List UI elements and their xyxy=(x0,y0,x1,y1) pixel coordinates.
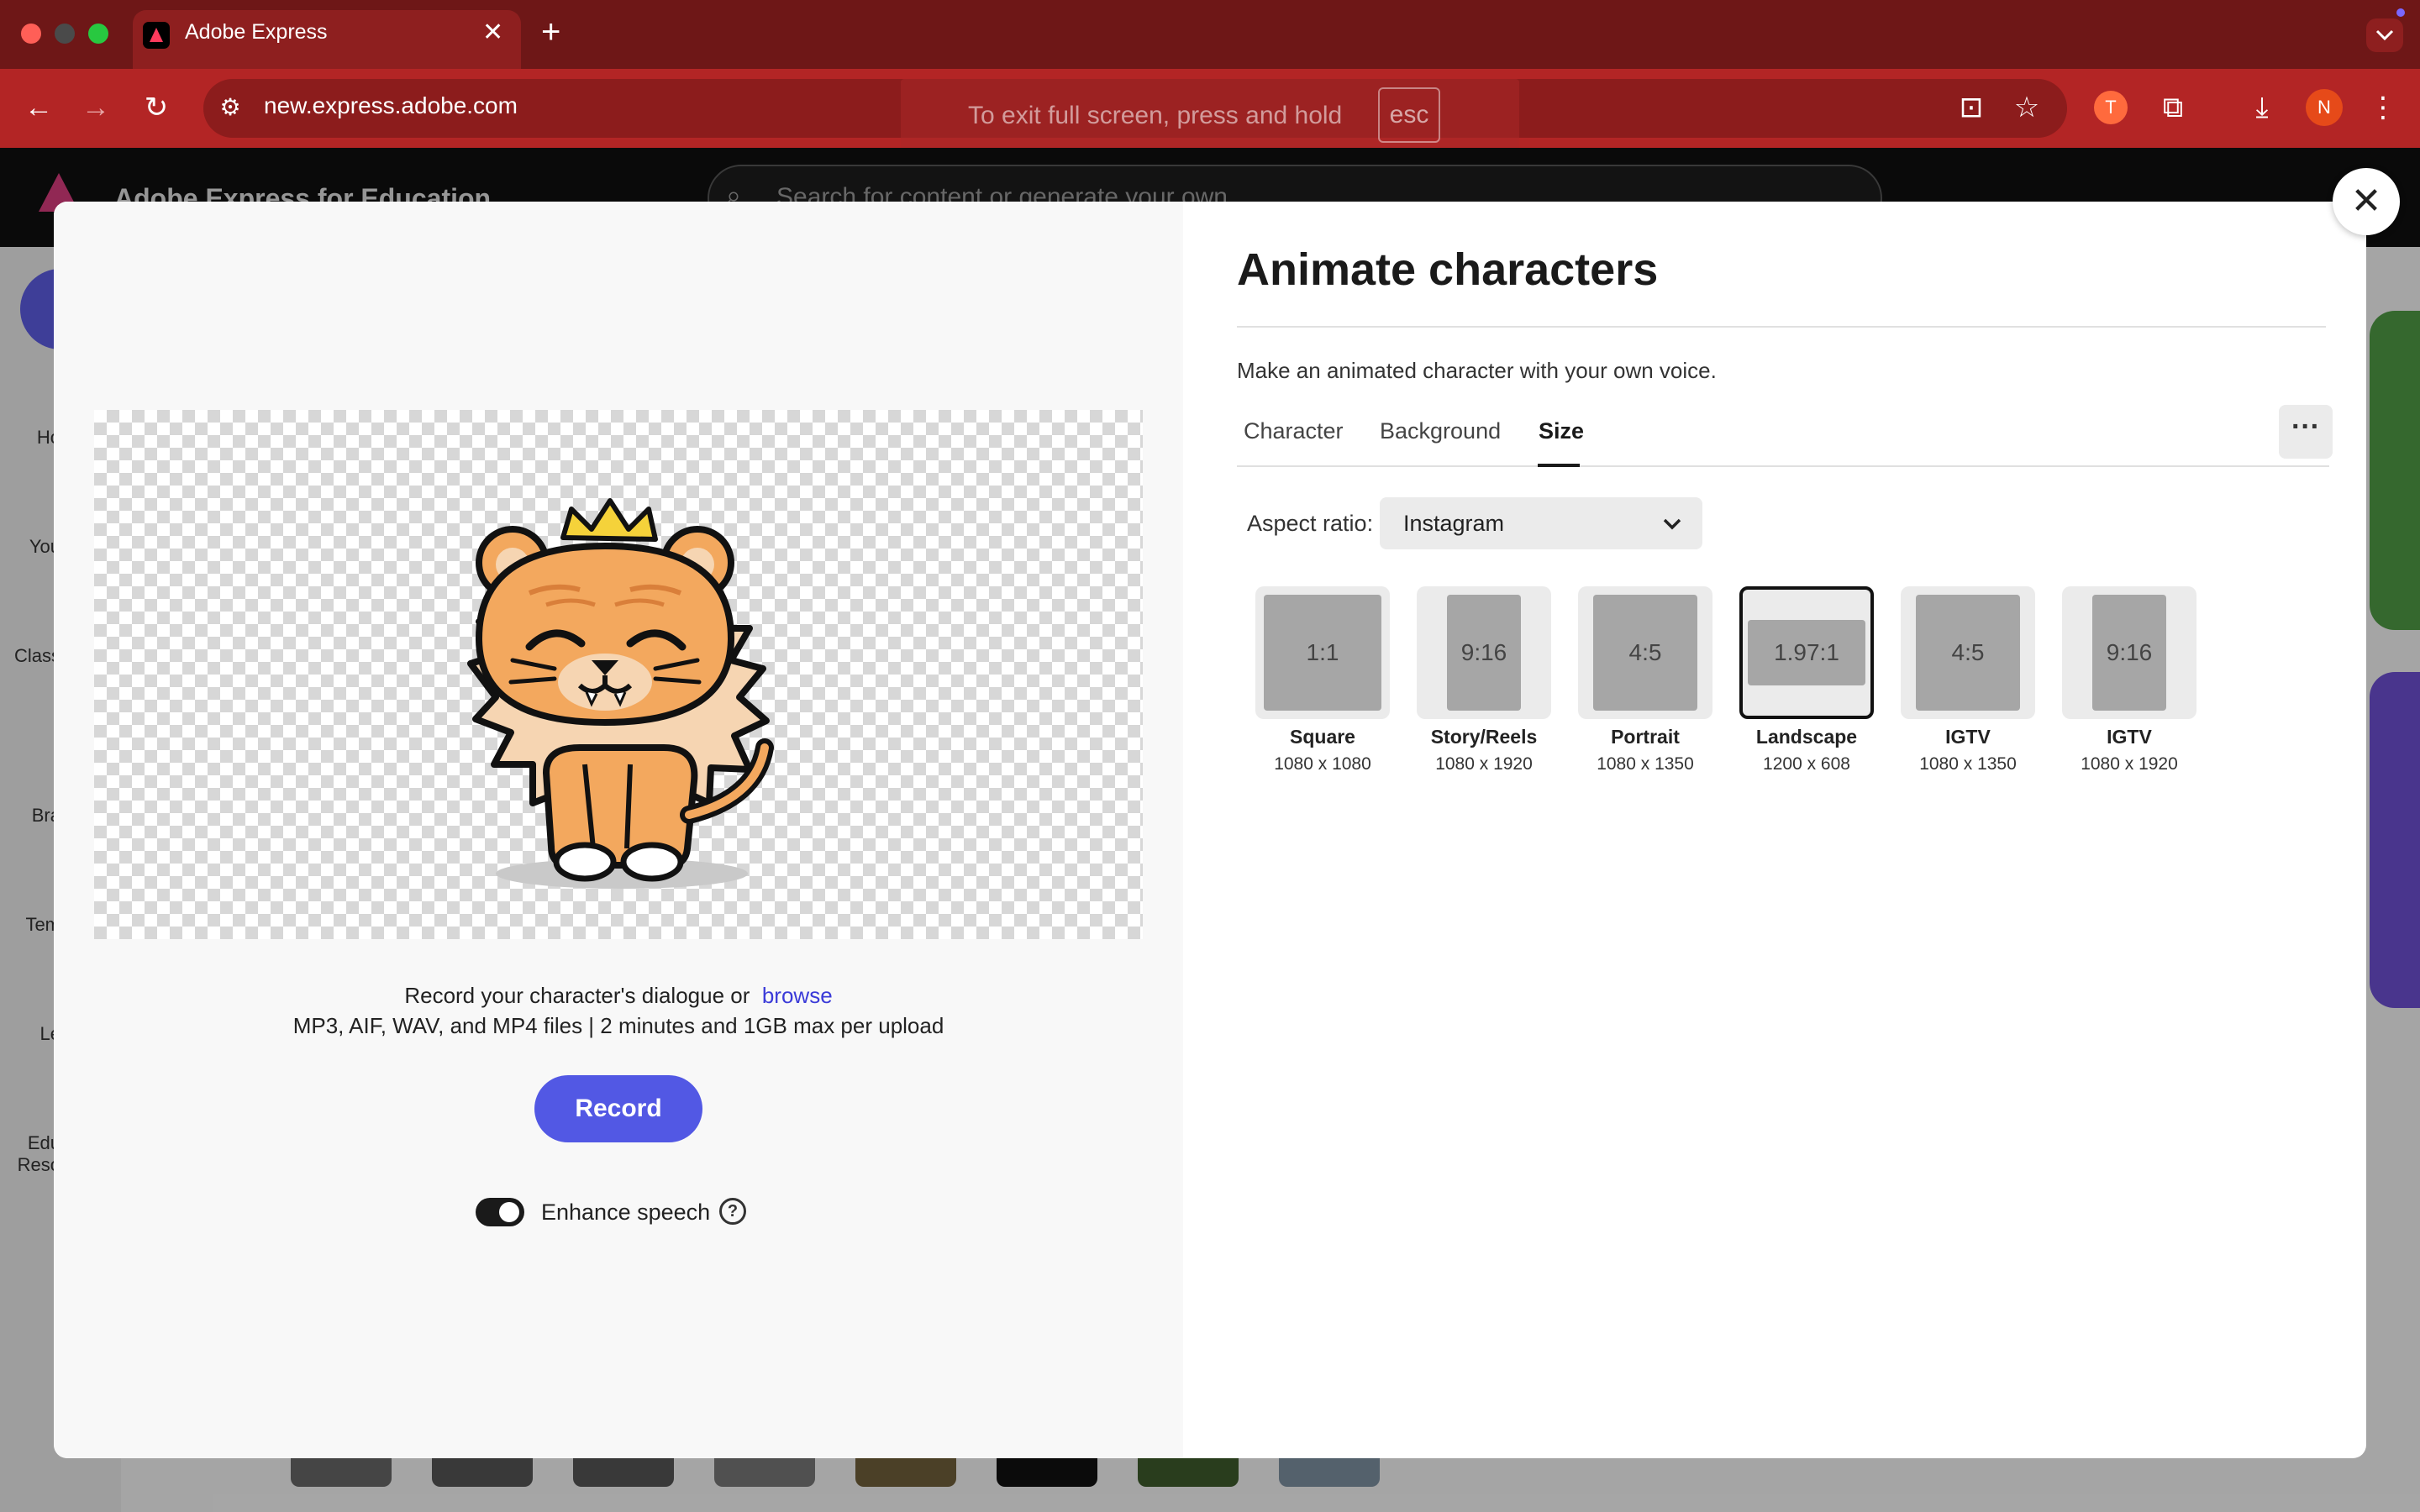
forward-button[interactable]: → xyxy=(77,91,114,124)
esc-key-badge: esc xyxy=(1378,87,1440,143)
browse-link[interactable]: browse xyxy=(762,983,833,1008)
site-info-icon[interactable]: ⚙ xyxy=(213,91,247,124)
window-minimize-control[interactable] xyxy=(55,24,75,44)
tab-background[interactable]: Background xyxy=(1380,418,1501,444)
tabs-divider xyxy=(1237,465,2329,467)
reload-button[interactable]: ↻ xyxy=(138,91,175,124)
aspect-ratio-label: Aspect ratio: xyxy=(1247,511,1374,536)
active-tab-indicator xyxy=(1538,464,1580,467)
size-dimensions: 1080 x 1350 xyxy=(1597,754,1694,774)
adobe-express-favicon-icon xyxy=(143,22,170,49)
bookmark-star-icon[interactable]: ☆ xyxy=(2008,91,2045,124)
fullscreen-hint-text: To exit full screen, press and hold xyxy=(968,102,1343,129)
chevron-down-icon xyxy=(1663,518,1681,530)
size-name: Portrait xyxy=(1611,726,1680,748)
chevron-down-icon xyxy=(2375,29,2394,41)
size-dimensions: 1080 x 1350 xyxy=(1919,754,2017,774)
size-name: Square xyxy=(1290,726,1355,748)
tab-search-button[interactable] xyxy=(2366,18,2403,52)
size-option-portrait[interactable]: 4:5 xyxy=(1578,586,1712,719)
extension-t-icon[interactable]: T xyxy=(2094,91,2128,124)
record-button[interactable]: Record xyxy=(534,1075,702,1142)
tab-character[interactable]: Character xyxy=(1244,418,1344,444)
modal-description: Make an animated character with your own… xyxy=(1237,358,1717,383)
window-close-control[interactable] xyxy=(21,24,41,44)
size-option-igtv-4-5[interactable]: 4:5 xyxy=(1901,586,2035,719)
downloads-icon[interactable]: ⤓ xyxy=(2244,91,2281,124)
window-zoom-control[interactable] xyxy=(88,24,108,44)
size-option-square[interactable]: 1:1 xyxy=(1255,586,1390,719)
modal-title: Animate characters xyxy=(1237,244,1659,295)
install-app-icon[interactable]: ⊡ xyxy=(1953,91,1990,124)
size-dimensions: 1080 x 1920 xyxy=(1435,754,1533,774)
notification-dot xyxy=(2396,8,2405,17)
tab-size[interactable]: Size xyxy=(1539,418,1584,444)
size-dimensions: 1080 x 1920 xyxy=(2081,754,2178,774)
title-divider xyxy=(1237,326,2326,328)
size-option-story-reels[interactable]: 9:16 xyxy=(1417,586,1551,719)
size-name: IGTV xyxy=(2107,726,2152,748)
tab-title: Adobe Express xyxy=(185,20,328,44)
size-ratio: 1:1 xyxy=(1264,595,1381,711)
modal-close-button[interactable]: ✕ xyxy=(2333,168,2400,235)
help-icon[interactable]: ? xyxy=(719,1198,746,1225)
enhance-speech-label: Enhance speech xyxy=(541,1200,711,1225)
size-option-igtv-9-16[interactable]: 9:16 xyxy=(2062,586,2196,719)
back-button[interactable]: ← xyxy=(20,91,57,124)
size-ratio: 4:5 xyxy=(1593,595,1697,711)
more-options-button[interactable]: ··· xyxy=(2279,405,2333,459)
browser-menu-icon[interactable]: ⋮ xyxy=(2365,91,2402,124)
size-name: Landscape xyxy=(1755,726,1858,748)
extensions-puzzle-icon[interactable]: ⧉ xyxy=(2154,91,2191,124)
profile-avatar[interactable]: N xyxy=(2306,89,2343,126)
scroll-fade-edge xyxy=(2306,585,2329,769)
url-text[interactable]: new.express.adobe.com xyxy=(264,92,518,119)
aspect-ratio-value: Instagram xyxy=(1403,511,1505,536)
size-name: IGTV xyxy=(1945,726,1991,748)
size-dimensions: 1200 x 608 xyxy=(1763,754,1850,774)
size-ratio: 9:16 xyxy=(2092,595,2166,711)
size-dimensions: 1080 x 1080 xyxy=(1274,754,1371,774)
size-ratio: 9:16 xyxy=(1447,595,1521,711)
size-ratio: 4:5 xyxy=(1916,595,2020,711)
size-option-landscape[interactable]: 1.97:1 xyxy=(1739,586,1874,719)
record-prompt-text: Record your character's dialogue or xyxy=(404,983,750,1008)
supported-formats-text: MP3, AIF, WAV, and MP4 files | 2 minutes… xyxy=(292,1013,944,1038)
size-name: Story/Reels xyxy=(1430,726,1538,748)
tab-close-icon[interactable]: ✕ xyxy=(482,18,503,47)
size-ratio: 1.97:1 xyxy=(1748,620,1865,685)
enhance-speech-toggle[interactable] xyxy=(476,1198,524,1226)
new-tab-button[interactable]: + xyxy=(541,13,560,50)
lion-character-illustration xyxy=(467,498,774,889)
record-instructions: Record your character's dialogue or brow… xyxy=(0,983,1237,1009)
